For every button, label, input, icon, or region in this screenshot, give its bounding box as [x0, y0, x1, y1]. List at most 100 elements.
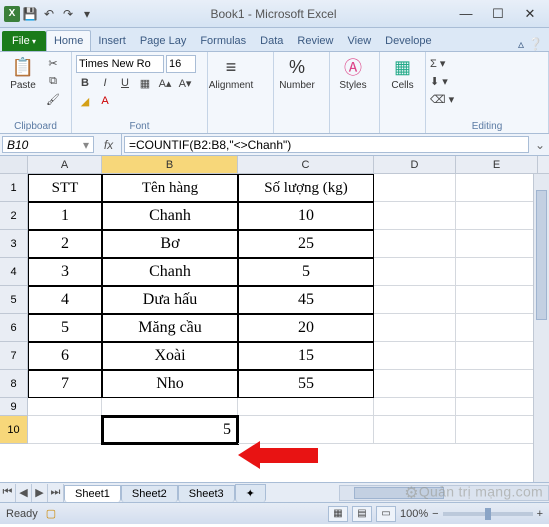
cell-c2[interactable]: 10 [238, 202, 374, 230]
row-header-10[interactable]: 10 [0, 416, 28, 444]
cell-b7[interactable]: Xoài [102, 342, 238, 370]
italic-button[interactable]: I [96, 75, 114, 91]
cell-c8[interactable]: 55 [238, 370, 374, 398]
horizontal-scrollbar[interactable] [339, 485, 549, 501]
minimize-ribbon-icon[interactable]: ▵ [518, 37, 524, 51]
sheet-nav-next-icon[interactable]: ▶ [32, 484, 48, 502]
sheet-nav-last-icon[interactable]: ⏭ [48, 484, 64, 502]
number-button[interactable]: %Number [278, 55, 316, 91]
sheet-nav-first-icon[interactable]: ⏮ [0, 484, 16, 502]
vertical-scrollbar[interactable] [533, 174, 549, 482]
close-button[interactable]: ✕ [515, 5, 545, 23]
fill-color-button[interactable]: ◢ [76, 93, 94, 109]
cells-button[interactable]: ▦Cells [384, 55, 421, 91]
view-pagelayout-button[interactable]: ▤ [352, 506, 372, 522]
styles-button[interactable]: ⒶStyles [334, 55, 372, 91]
col-header-a[interactable]: A [28, 156, 102, 173]
cell-c3[interactable]: 25 [238, 230, 374, 258]
formula-input[interactable] [129, 138, 524, 152]
fx-button[interactable]: fx [96, 134, 122, 155]
row-header-5[interactable]: 5 [0, 286, 28, 314]
name-box-input[interactable] [7, 138, 67, 152]
row-header-3[interactable]: 3 [0, 230, 28, 258]
col-header-c[interactable]: C [238, 156, 374, 173]
underline-button[interactable]: U [116, 75, 134, 91]
autosum-icon[interactable]: Σ ▾ [430, 55, 445, 71]
cell-a7[interactable]: 6 [28, 342, 102, 370]
paste-button[interactable]: 📋 Paste [4, 55, 42, 91]
undo-icon[interactable]: ↶ [40, 5, 58, 23]
clear-icon[interactable]: ⌫ ▾ [430, 91, 454, 107]
format-painter-icon[interactable]: 🖌 [44, 91, 62, 107]
minimize-button[interactable]: — [451, 5, 481, 23]
cell-a8[interactable]: 7 [28, 370, 102, 398]
cell-a4[interactable]: 3 [28, 258, 102, 286]
col-header-b[interactable]: B [102, 156, 238, 173]
border-button[interactable]: ▦ [136, 75, 154, 91]
bold-button[interactable]: B [76, 75, 94, 91]
cell-b5[interactable]: Dưa hấu [102, 286, 238, 314]
sheet-tab-3[interactable]: Sheet3 [178, 485, 235, 502]
copy-icon[interactable]: ⧉ [44, 73, 62, 89]
cell-c4[interactable]: 5 [238, 258, 374, 286]
font-name-select[interactable] [76, 55, 164, 73]
font-color-button[interactable]: A [96, 93, 114, 109]
cell-b6[interactable]: Măng cầu [102, 314, 238, 342]
tab-home[interactable]: Home [46, 30, 91, 51]
tab-pagelayout[interactable]: Page Lay [133, 31, 193, 51]
cell-b8[interactable]: Nho [102, 370, 238, 398]
row-header-8[interactable]: 8 [0, 370, 28, 398]
cell-a5[interactable]: 4 [28, 286, 102, 314]
zoom-level[interactable]: 100% [400, 508, 428, 520]
alignment-button[interactable]: ≡Alignment [212, 55, 250, 91]
select-all-corner[interactable] [0, 156, 28, 173]
cell-b4[interactable]: Chanh [102, 258, 238, 286]
tab-formulas[interactable]: Formulas [193, 31, 253, 51]
maximize-button[interactable]: ☐ [483, 5, 513, 23]
sheet-tab-1[interactable]: Sheet1 [64, 485, 121, 502]
cell-c5[interactable]: 45 [238, 286, 374, 314]
cell-d1[interactable] [374, 174, 456, 202]
tab-developer[interactable]: Develope [378, 31, 438, 51]
file-tab[interactable]: File [2, 31, 46, 51]
zoom-in-button[interactable]: + [537, 508, 543, 520]
cell-a2[interactable]: 1 [28, 202, 102, 230]
name-box[interactable]: ▾ [2, 136, 94, 153]
sheet-nav-prev-icon[interactable]: ◀ [16, 484, 32, 502]
grow-font-icon[interactable]: A▴ [156, 75, 174, 91]
zoom-out-button[interactable]: − [432, 508, 438, 520]
save-icon[interactable]: 💾 [21, 5, 39, 23]
cell-b3[interactable]: Bơ [102, 230, 238, 258]
view-pagebreak-button[interactable]: ▭ [376, 506, 396, 522]
expand-formula-bar-icon[interactable]: ⌄ [531, 134, 549, 155]
tab-review[interactable]: Review [290, 31, 340, 51]
worksheet-grid[interactable]: A B C D E 1 STT Tên hàng Số lượng (kg) 2… [0, 156, 549, 482]
row-header-2[interactable]: 2 [0, 202, 28, 230]
cell-c6[interactable]: 20 [238, 314, 374, 342]
qat-customize-icon[interactable]: ▾ [78, 5, 96, 23]
cell-e1[interactable] [456, 174, 538, 202]
macro-record-icon[interactable]: ▢ [46, 507, 56, 520]
shrink-font-icon[interactable]: A▾ [176, 75, 194, 91]
sheet-tab-2[interactable]: Sheet2 [121, 485, 178, 502]
cell-a1[interactable]: STT [28, 174, 102, 202]
help-icon[interactable]: ❔ [528, 37, 543, 51]
row-header-7[interactable]: 7 [0, 342, 28, 370]
cell-b1[interactable]: Tên hàng [102, 174, 238, 202]
cut-icon[interactable]: ✂ [44, 55, 62, 71]
cell-c1[interactable]: Số lượng (kg) [238, 174, 374, 202]
tab-insert[interactable]: Insert [91, 31, 133, 51]
row-header-4[interactable]: 4 [0, 258, 28, 286]
view-normal-button[interactable]: ▦ [328, 506, 348, 522]
fill-icon[interactable]: ⬇ ▾ [430, 73, 448, 89]
zoom-slider[interactable] [443, 512, 533, 516]
row-header-6[interactable]: 6 [0, 314, 28, 342]
row-header-1[interactable]: 1 [0, 174, 28, 202]
tab-view[interactable]: View [341, 31, 379, 51]
new-sheet-button[interactable]: ✦ [235, 484, 266, 502]
redo-icon[interactable]: ↷ [59, 5, 77, 23]
cell-a6[interactable]: 5 [28, 314, 102, 342]
col-header-e[interactable]: E [456, 156, 538, 173]
cell-c7[interactable]: 15 [238, 342, 374, 370]
font-size-select[interactable] [166, 55, 196, 73]
